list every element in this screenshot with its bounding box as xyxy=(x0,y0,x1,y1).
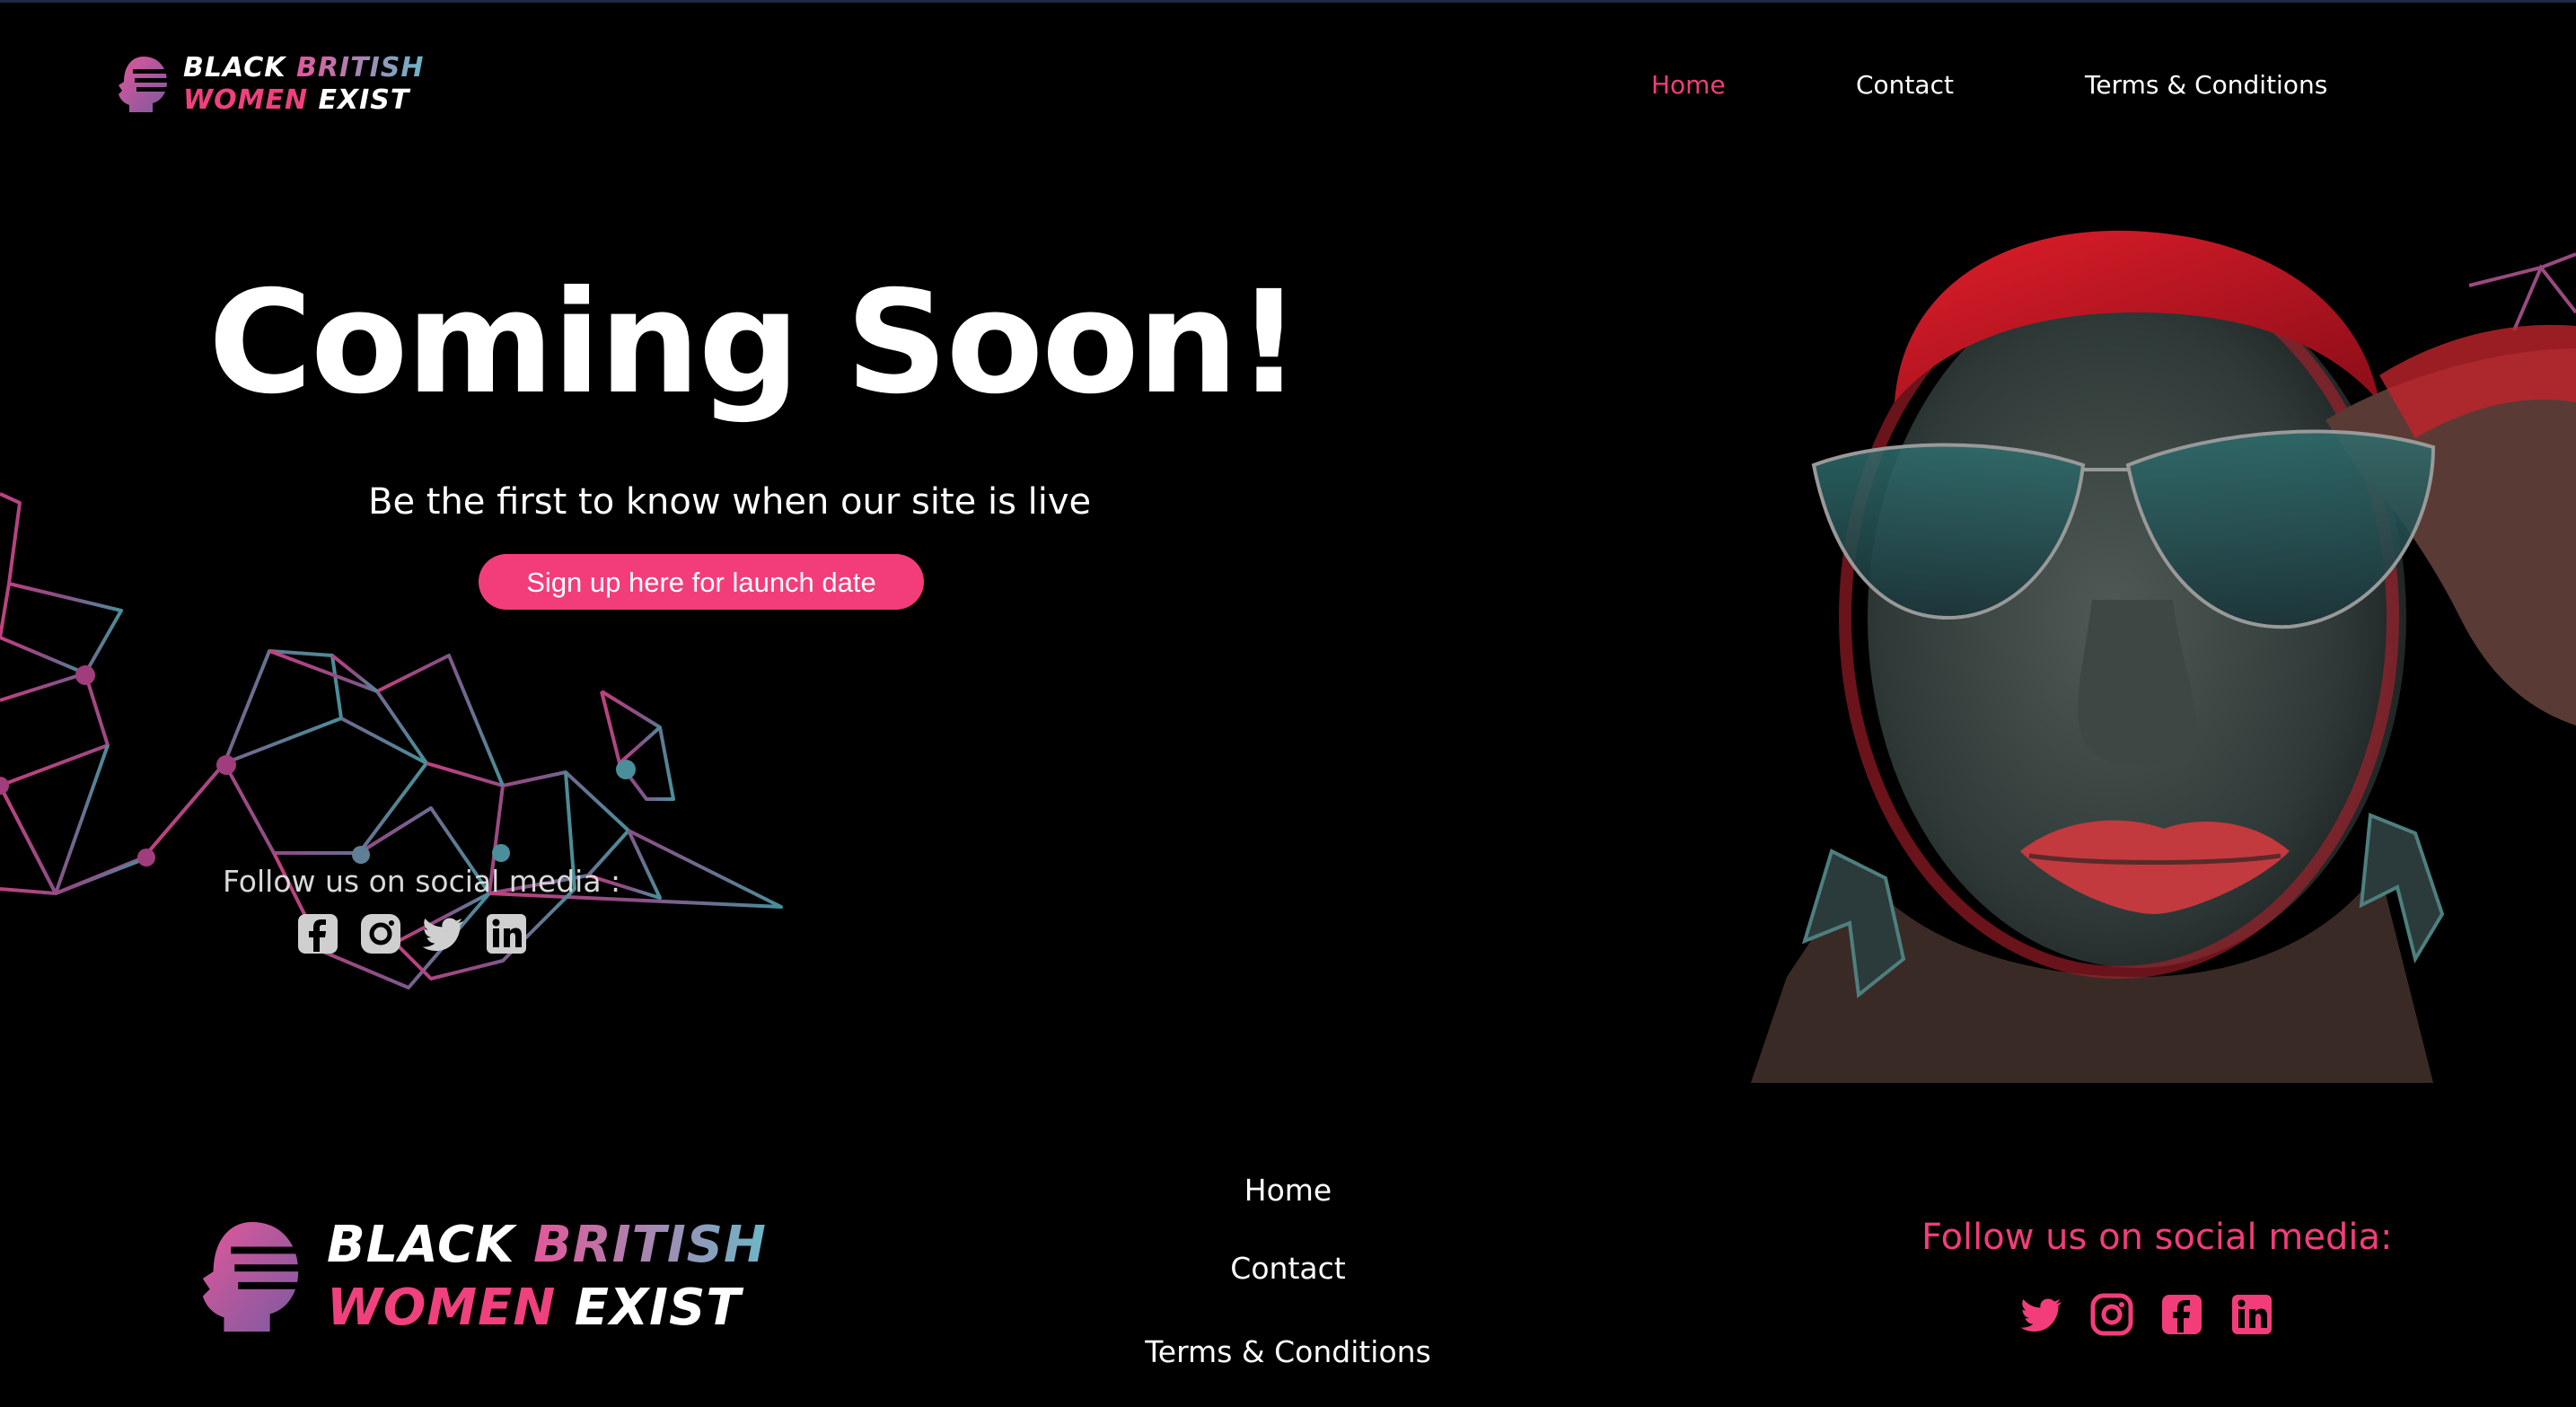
logo-wordmark: BLACK BRITISH WOMEN EXIST xyxy=(183,52,424,117)
page: BLACK BRITISH WOMEN EXIST Home Contact T… xyxy=(0,0,2576,1407)
logo-word: WOMEN xyxy=(327,1279,557,1337)
logo-word: BRITISH xyxy=(296,52,425,84)
footer-social-label: Follow us on social media: xyxy=(1921,1217,2393,1258)
footer-link-terms[interactable]: Terms & Conditions xyxy=(0,1334,2576,1369)
nav-contact[interactable]: Contact xyxy=(1856,70,1954,100)
top-border xyxy=(0,0,2576,3)
social-links-footer xyxy=(2020,1293,2273,1336)
woman-portrait-image xyxy=(1751,169,2576,1083)
twitter-icon[interactable] xyxy=(2020,1293,2063,1336)
instagram-icon[interactable] xyxy=(359,912,402,955)
hero-photo xyxy=(1751,169,2576,1083)
logo-word: EXIST xyxy=(318,84,410,116)
logo-word: EXIST xyxy=(574,1279,742,1337)
linkedin-icon[interactable] xyxy=(2230,1293,2273,1336)
logo-word: WOMEN xyxy=(183,84,309,116)
instagram-icon[interactable] xyxy=(2090,1293,2133,1336)
social-label: Follow us on social media : xyxy=(223,864,621,899)
social-links-small xyxy=(296,912,528,955)
logo-head-icon xyxy=(119,57,167,112)
header-logo[interactable]: BLACK BRITISH WOMEN EXIST xyxy=(117,52,424,117)
footer-link-home[interactable]: Home xyxy=(0,1173,2576,1208)
linkedin-icon[interactable] xyxy=(485,912,528,955)
facebook-icon[interactable] xyxy=(296,912,339,955)
logo-word: BLACK xyxy=(183,52,286,84)
nav-home[interactable]: Home xyxy=(1651,70,1726,100)
twitter-icon[interactable] xyxy=(422,912,465,955)
nav-terms[interactable]: Terms & Conditions xyxy=(2085,70,2327,100)
facebook-icon[interactable] xyxy=(2160,1293,2203,1336)
page-title: Coming Soon! xyxy=(208,260,1301,426)
